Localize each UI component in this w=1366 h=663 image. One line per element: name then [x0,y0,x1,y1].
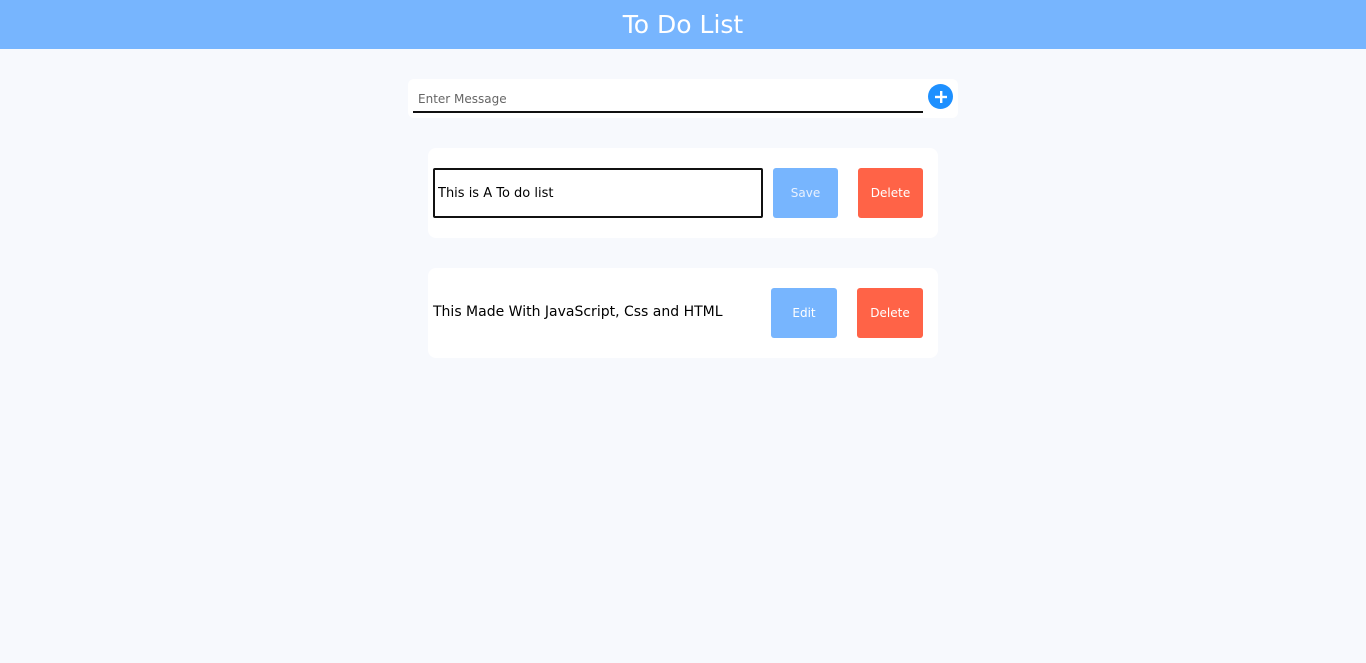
todo-edit-input[interactable] [433,168,763,218]
todo-text: This Made With JavaScript, Css and HTML [433,304,723,320]
add-todo-bar [408,79,958,118]
add-button[interactable] [928,84,953,109]
app-header: To Do List [0,0,1366,49]
delete-button[interactable]: Delete [858,168,923,218]
todo-item-editing: Save Delete [428,148,938,238]
save-button[interactable]: Save [773,168,838,218]
delete-button[interactable]: Delete [857,288,923,338]
message-input[interactable] [413,86,923,113]
page-title: To Do List [622,10,744,39]
edit-button[interactable]: Edit [771,288,837,338]
todo-item: This Made With JavaScript, Css and HTML … [428,268,938,358]
plus-circle-icon [934,90,947,103]
